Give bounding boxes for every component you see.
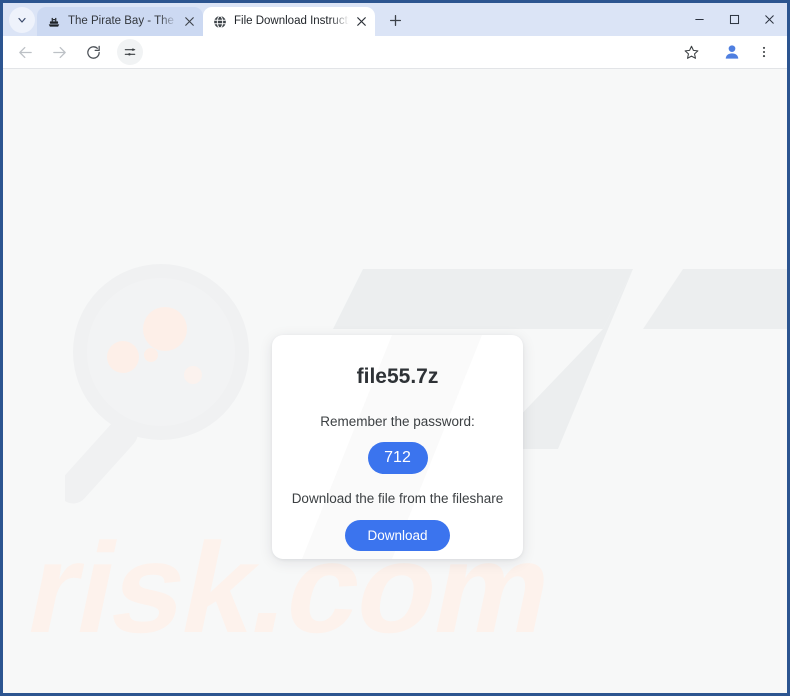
- tab-title: The Pirate Bay - The galaxy's m: [68, 15, 177, 27]
- three-dot-menu-icon: [762, 46, 766, 58]
- password-value-badge: 712: [367, 442, 428, 474]
- magnifier-watermark-icon: [65, 264, 249, 504]
- fileshare-instruction-text: Download the file from the fileshare: [291, 491, 504, 506]
- tune-sliders-icon: [124, 48, 136, 56]
- pirate-ship-icon: [46, 14, 61, 29]
- globe-icon: [212, 14, 227, 29]
- close-window-button[interactable]: [752, 3, 787, 36]
- profile-avatar-icon: [725, 45, 739, 59]
- plus-icon: [389, 14, 401, 26]
- maximize-button[interactable]: [717, 3, 752, 36]
- star-icon: [684, 45, 698, 59]
- chevron-down-icon: [18, 17, 26, 23]
- tab-search-button[interactable]: [9, 7, 35, 33]
- back-arrow-icon: [18, 46, 32, 58]
- chrome-menu-button[interactable]: [753, 38, 775, 66]
- page-viewport: risk.com file55.7z Remember the password…: [3, 69, 787, 693]
- tab-title: File Download Instructions for f: [234, 15, 349, 27]
- download-instructions-card: file55.7z Remember the password: 712 Dow…: [272, 335, 523, 559]
- bookmark-button[interactable]: [677, 38, 705, 66]
- tab-close-button[interactable]: [353, 14, 369, 30]
- password-label: Remember the password:: [320, 414, 475, 429]
- profile-button[interactable]: [721, 41, 743, 63]
- reload-icon: [86, 45, 100, 59]
- tab-strip: The Pirate Bay - The galaxy's m File Dow…: [3, 3, 787, 36]
- window-controls: [682, 3, 787, 36]
- minimize-button[interactable]: [682, 3, 717, 36]
- toolbar-right-actions: [677, 38, 779, 66]
- forward-button[interactable]: [45, 38, 73, 66]
- tab-pirate-bay[interactable]: The Pirate Bay - The galaxy's m: [37, 7, 203, 36]
- maximize-icon: [729, 14, 740, 25]
- browser-toolbar: [3, 36, 787, 69]
- tab-file-download-instructions[interactable]: File Download Instructions for f: [203, 7, 375, 36]
- back-button[interactable]: [11, 38, 39, 66]
- close-icon: [765, 15, 774, 24]
- new-tab-button[interactable]: [381, 6, 409, 34]
- file-name-title: file55.7z: [356, 365, 439, 388]
- download-button[interactable]: Download: [345, 520, 450, 551]
- reload-button[interactable]: [79, 38, 107, 66]
- tab-close-button[interactable]: [181, 14, 197, 30]
- address-bar-tune-button[interactable]: [117, 39, 143, 65]
- forward-arrow-icon: [52, 46, 66, 58]
- minimize-icon: [695, 18, 704, 21]
- browser-window: The Pirate Bay - The galaxy's m File Dow…: [0, 0, 790, 696]
